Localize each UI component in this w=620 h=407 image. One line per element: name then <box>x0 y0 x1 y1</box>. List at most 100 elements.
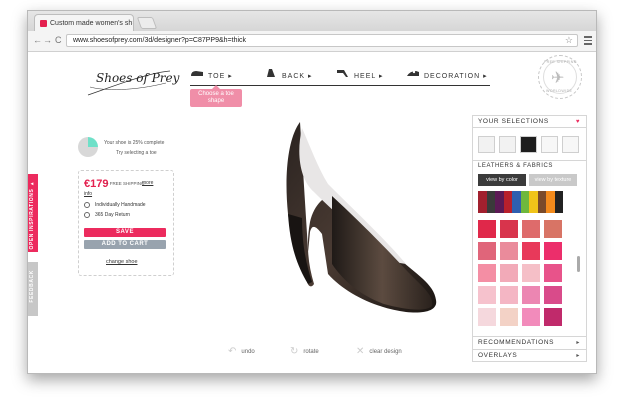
rotate-label: rotate <box>303 348 319 355</box>
leather-swatch[interactable] <box>544 308 562 326</box>
leather-swatch[interactable] <box>478 308 496 326</box>
view-by-texture-button[interactable]: view by texture <box>529 174 577 186</box>
shoe-preview[interactable] <box>266 114 438 314</box>
undo-label: undo <box>241 348 255 355</box>
step-back-label: BACK ▸ <box>282 73 313 80</box>
progress-text: Your shoe is 25% complete <box>104 140 165 146</box>
color-filter-swatch[interactable] <box>512 191 521 213</box>
leather-swatch[interactable] <box>544 264 562 282</box>
shoe-toe <box>332 196 433 310</box>
leather-swatch[interactable] <box>478 220 496 238</box>
color-filter-swatch[interactable] <box>546 191 555 213</box>
leathers-header: LEATHERS & FABRICS <box>473 160 586 170</box>
selection-slot[interactable] <box>520 136 537 153</box>
url-text: www.shoesofprey.com/3d/designer?p=C87PP9… <box>73 37 247 44</box>
design-controls: ↶ undo ↻ rotate ✕ clear design <box>228 346 428 358</box>
color-filter-swatch[interactable] <box>520 191 530 213</box>
color-filter-swatch[interactable] <box>554 191 564 213</box>
selection-slot[interactable] <box>499 136 516 153</box>
undo-icon: ↶ <box>228 346 237 357</box>
leather-swatch[interactable] <box>544 220 562 238</box>
feedback-tab[interactable]: FEEDBACK <box>28 262 38 316</box>
designer-page: Shoes of Prey TOE ▸ BACK ▸ HEEL ▸ DECORA… <box>28 52 596 373</box>
view-by-color-button[interactable]: view by color <box>478 174 526 186</box>
step-heel-label: HEEL ▸ <box>354 73 384 80</box>
leather-swatch[interactable] <box>500 286 518 304</box>
leather-swatch[interactable] <box>522 286 540 304</box>
swatch-scrollbar[interactable] <box>577 256 580 272</box>
decoration-icon <box>407 70 419 76</box>
leather-swatch[interactable] <box>522 264 540 282</box>
feature-handmade-label: Individually Handmade <box>95 202 146 208</box>
back-arrow-icon[interactable]: ← <box>33 35 42 45</box>
your-selections-header[interactable]: YOUR SELECTIONS ♥ <box>473 116 586 128</box>
close-tab-icon[interactable]: × <box>132 20 133 27</box>
leather-swatch[interactable] <box>478 264 496 282</box>
color-filter-swatch[interactable] <box>537 191 547 213</box>
leather-swatch[interactable] <box>500 308 518 326</box>
your-selections-title: YOUR SELECTIONS <box>478 118 549 125</box>
leather-swatch[interactable] <box>500 242 518 260</box>
logo[interactable]: Shoes of Prey <box>86 65 179 99</box>
toe-tooltip: Choose a toe shape <box>190 85 242 107</box>
logo-text: Shoes of Prey <box>96 71 180 85</box>
leather-swatch[interactable] <box>522 242 540 260</box>
browser-menu-icon[interactable] <box>584 36 592 47</box>
step-toe-label: TOE ▸ <box>208 73 233 80</box>
color-filter-swatch[interactable] <box>503 191 513 213</box>
shoe-heel <box>288 214 312 284</box>
leather-swatch[interactable] <box>522 220 540 238</box>
new-tab-button[interactable] <box>136 17 158 29</box>
selection-slot[interactable] <box>541 136 558 153</box>
open-inspirations-tab[interactable]: OPEN INSPIRATIONS ▸ <box>28 174 38 252</box>
clear-control[interactable]: ✕ clear design <box>356 346 402 357</box>
feature-return: 365 Day Return <box>84 212 130 218</box>
selections-panel: YOUR SELECTIONS ♥ LEATHERS & FABRICS vie… <box>472 115 587 362</box>
tab-title: Custom made women's sh <box>50 19 133 27</box>
leather-swatch[interactable] <box>500 220 518 238</box>
add-to-cart-button[interactable]: ADD TO CART <box>84 240 166 249</box>
leather-swatch[interactable] <box>544 242 562 260</box>
recommendations-arrow-icon: ▸ <box>576 340 580 346</box>
recommendations-label: RECOMMENDATIONS <box>478 339 555 346</box>
browser-tab[interactable]: Custom made women's sh × <box>34 14 134 31</box>
more-link[interactable]: more <box>142 180 153 186</box>
tab-bar: Custom made women's sh × <box>28 11 596 32</box>
color-filter-swatch[interactable] <box>478 191 487 213</box>
selection-slot[interactable] <box>562 136 579 153</box>
heart-icon[interactable]: ♥ <box>576 116 580 128</box>
progress-hint: Try selecting a toe <box>116 150 157 156</box>
address-bar[interactable]: www.shoesofprey.com/3d/designer?p=C87PP9… <box>66 34 578 47</box>
clear-icon: ✕ <box>356 346 365 357</box>
info-link[interactable]: info <box>84 191 92 197</box>
selection-slot[interactable] <box>478 136 495 153</box>
color-filter-swatch[interactable] <box>529 191 538 213</box>
recommendations-section[interactable]: RECOMMENDATIONS ▸ <box>473 336 586 348</box>
change-shoe-link[interactable]: change shoe <box>106 259 138 265</box>
favicon-icon <box>40 19 47 27</box>
browser-window: Custom made women's sh × ← → C www.shoes… <box>27 10 597 374</box>
save-button[interactable]: SAVE <box>84 228 166 237</box>
airplane-icon: ✈ <box>551 70 565 87</box>
forward-arrow-icon[interactable]: → <box>43 35 52 45</box>
rotate-control[interactable]: ↻ rotate <box>290 346 319 357</box>
step-decoration-label: DECORATION ▸ <box>424 73 488 80</box>
leather-swatch[interactable] <box>522 308 540 326</box>
leather-swatch[interactable] <box>478 286 496 304</box>
badge-bottom-text: WORLDWIDE <box>546 89 573 93</box>
color-filter-swatch[interactable] <box>495 191 504 213</box>
undo-control[interactable]: ↶ undo <box>228 346 255 357</box>
leather-swatch[interactable] <box>478 242 496 260</box>
color-filter-swatch[interactable] <box>486 191 496 213</box>
bookmark-star-icon[interactable]: ☆ <box>565 35 573 46</box>
rotate-icon: ↻ <box>290 346 299 357</box>
color-filter-strip <box>478 191 573 213</box>
leather-swatch[interactable] <box>500 264 518 282</box>
feedback-label: FEEDBACK <box>29 270 35 303</box>
overlays-arrow-icon: ▸ <box>576 353 580 359</box>
leather-swatch[interactable] <box>544 286 562 304</box>
overlays-section[interactable]: OVERLAYS ▸ <box>473 349 586 361</box>
color-filter-swatch[interactable] <box>563 191 573 213</box>
reload-icon[interactable]: C <box>55 35 62 45</box>
progress-pie-icon <box>78 137 98 157</box>
